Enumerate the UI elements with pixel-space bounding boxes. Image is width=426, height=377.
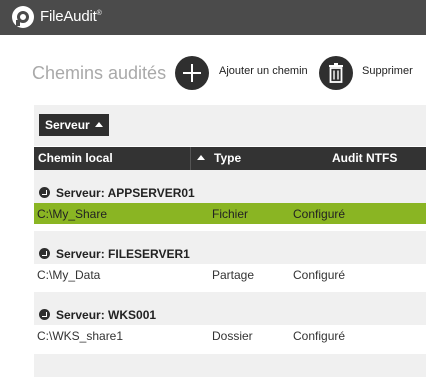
grid-empty-area (34, 354, 426, 377)
group-header[interactable]: Serveur: FILESERVER1 (34, 231, 426, 264)
add-path-button[interactable] (175, 56, 209, 90)
cell-audit: Configuré (293, 329, 346, 343)
table-row[interactable]: C:\My_Share Fichier Configuré (34, 203, 426, 224)
trash-icon (329, 63, 343, 83)
page-title: Chemins audités (32, 63, 167, 83)
group-by-label: Serveur (45, 118, 90, 132)
group-label: Serveur: APPSERVER01 (56, 186, 195, 200)
cell-audit: Configuré (293, 268, 346, 282)
fileaudit-logo-icon (12, 6, 34, 28)
cell-audit: Configuré (293, 207, 346, 221)
cell-path: C:\My_Data (37, 268, 101, 282)
group-header[interactable]: Serveur: WKS001 (34, 292, 426, 325)
add-path-label[interactable]: Ajouter un chemin (219, 65, 308, 77)
collapse-icon[interactable] (39, 187, 50, 198)
table-row[interactable]: C:\My_Data Partage Configuré (34, 264, 426, 285)
column-divider (190, 147, 191, 170)
collapse-icon[interactable] (39, 248, 50, 259)
column-header-audit[interactable]: Audit NTFS (332, 151, 397, 165)
group-label: Serveur: WKS001 (56, 308, 157, 322)
app-title: FileAudit® (40, 8, 102, 25)
grid-header: Chemin local Type Audit NTFS (34, 147, 426, 170)
cell-type: Fichier (212, 207, 249, 221)
title-bar: FileAudit® (0, 0, 426, 35)
delete-button[interactable] (319, 56, 353, 90)
sort-ascending-icon[interactable] (197, 155, 205, 160)
cell-path: C:\WKS_share1 (37, 329, 124, 343)
table-row[interactable]: C:\WKS_share1 Dossier Configuré (34, 325, 426, 346)
collapse-icon[interactable] (39, 309, 50, 320)
group-by-server-button[interactable]: Serveur (39, 114, 109, 136)
cell-type: Partage (212, 268, 255, 282)
column-header-type[interactable]: Type (214, 151, 241, 165)
sort-ascending-icon (94, 122, 103, 127)
delete-label[interactable]: Supprimer (362, 65, 413, 77)
group-header[interactable]: Serveur: APPSERVER01 (34, 170, 426, 203)
cell-path: C:\My_Share (37, 207, 108, 221)
cell-type: Dossier (212, 329, 253, 343)
column-header-path[interactable]: Chemin local (38, 151, 113, 165)
group-label: Serveur: FILESERVER1 (56, 247, 190, 261)
